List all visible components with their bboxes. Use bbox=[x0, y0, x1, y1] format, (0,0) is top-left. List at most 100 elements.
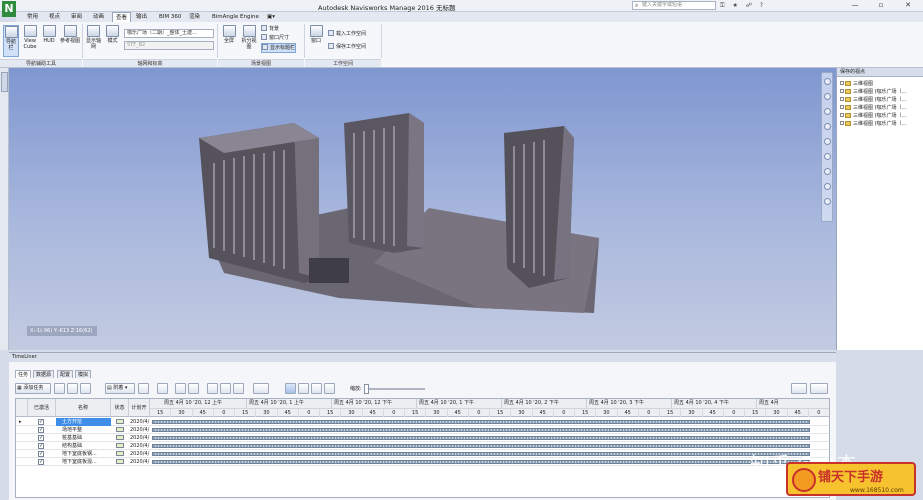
gantt-bar[interactable] bbox=[152, 444, 810, 448]
tab-output[interactable]: 输出 bbox=[133, 12, 150, 22]
columns-icon[interactable] bbox=[253, 383, 269, 394]
viewpoint-item[interactable]: 三维视图 (咖乐广场（... bbox=[840, 89, 906, 96]
active-checkbox[interactable]: ✓ bbox=[38, 459, 44, 465]
column-name[interactable]: 名称 bbox=[56, 399, 111, 417]
task-row[interactable]: ✓ 场地平整 2020/4/ bbox=[16, 426, 829, 434]
select-icon[interactable] bbox=[824, 183, 831, 190]
expand-icon[interactable] bbox=[840, 81, 844, 85]
ribbon-options-icon[interactable]: ▣▾ bbox=[264, 12, 278, 22]
maximize-button[interactable]: ▫ bbox=[868, 0, 894, 11]
viewpoint-item[interactable]: 三维视图 (咖乐广场（... bbox=[840, 105, 906, 112]
level-dropdown[interactable]: 5TF_B2 bbox=[124, 41, 214, 50]
column-status[interactable]: 状态 bbox=[111, 399, 129, 417]
planned-start[interactable]: 2020/4/ bbox=[130, 442, 150, 450]
delete-task-icon[interactable] bbox=[80, 383, 91, 394]
tab-viewpoint[interactable]: 视点 bbox=[46, 12, 63, 22]
save-workspace-button[interactable]: 保存工作空间 bbox=[328, 43, 366, 51]
tab-bim360[interactable]: BIM 360 bbox=[156, 12, 184, 22]
zoom-slider[interactable] bbox=[367, 388, 425, 390]
gantt-bar[interactable] bbox=[152, 460, 810, 464]
zoom-icon[interactable] bbox=[824, 108, 831, 115]
planned-start[interactable]: 2020/4/ bbox=[130, 458, 150, 466]
gantt-bar[interactable] bbox=[152, 452, 810, 456]
split-view-button[interactable]: 拆分视图 bbox=[240, 25, 258, 57]
tab-review[interactable]: 审阅 bbox=[68, 12, 85, 22]
planned-start[interactable]: 2020/4/ bbox=[130, 426, 150, 434]
task-name[interactable]: 土方开挖 bbox=[56, 418, 111, 426]
hud-button[interactable]: HUD bbox=[41, 25, 57, 57]
load-workspace-button[interactable]: 载入工作空间 bbox=[328, 30, 366, 38]
filter-dropdown-icon[interactable] bbox=[791, 383, 807, 394]
expand-icon[interactable] bbox=[840, 89, 844, 93]
task-row[interactable]: ✓ 地下室底板钢... 2020/4/ bbox=[16, 450, 829, 458]
hide-gantt-icon[interactable] bbox=[324, 383, 335, 394]
window-size-button[interactable]: 窗口尺寸 bbox=[261, 34, 289, 42]
indent-icon[interactable] bbox=[207, 383, 218, 394]
tab-render[interactable]: 渲染 bbox=[186, 12, 203, 22]
planned-view-icon[interactable] bbox=[298, 383, 309, 394]
help-icons[interactable]: ⚿ ★ ☍ ? bbox=[720, 2, 766, 10]
attach-button[interactable]: ▤ 附着 ▾ bbox=[105, 383, 135, 394]
pan-icon[interactable] bbox=[824, 93, 831, 100]
fullscreen-button[interactable]: 全屏 bbox=[220, 25, 238, 57]
search-input[interactable]: ⌕ 键入关键字或短语 bbox=[632, 1, 716, 10]
tab-bimangle[interactable]: BimAngle Engine bbox=[209, 12, 262, 22]
task-name[interactable]: 地下室底板混... bbox=[56, 458, 111, 466]
app-logo[interactable]: N bbox=[2, 1, 16, 17]
gantt-bar[interactable] bbox=[152, 436, 810, 440]
tab-simulate[interactable]: 模拟 bbox=[75, 370, 92, 378]
model-dropdown[interactable]: 咖乐广场（二期）_整体_土建... bbox=[124, 29, 214, 38]
expand-icon[interactable] bbox=[840, 113, 844, 117]
active-checkbox[interactable]: ✓ bbox=[38, 443, 44, 449]
task-row[interactable]: ✓ 结构基础 2020/4/ bbox=[16, 442, 829, 450]
tab-configure[interactable]: 配置 bbox=[57, 370, 74, 378]
active-checkbox[interactable]: ✓ bbox=[38, 435, 44, 441]
export-icon[interactable] bbox=[188, 383, 199, 394]
import-icon[interactable] bbox=[175, 383, 186, 394]
show-title-button[interactable]: 显示标题栏 bbox=[261, 43, 297, 53]
tab-home[interactable]: 常用 bbox=[24, 12, 41, 22]
viewpoint-item[interactable]: 三维视图 (咖乐广场（... bbox=[840, 121, 906, 128]
column-active[interactable]: 已激活 bbox=[28, 399, 56, 417]
expand-icon[interactable] bbox=[840, 105, 844, 109]
active-checkbox[interactable]: ✓ bbox=[38, 451, 44, 457]
viewcube-button[interactable]: View Cube bbox=[21, 25, 39, 57]
zoom-slider-thumb[interactable] bbox=[364, 384, 369, 394]
add-task-button[interactable]: ▦ 添加任务 bbox=[15, 383, 51, 394]
column-planned-start[interactable]: 计划开 bbox=[129, 399, 150, 417]
viewpoint-item[interactable]: 三维视图 bbox=[840, 81, 873, 88]
close-button[interactable]: ✕ bbox=[895, 0, 921, 11]
export-dropdown-icon[interactable] bbox=[810, 383, 828, 394]
planned-start[interactable]: 2020/4/ bbox=[130, 418, 150, 426]
gantt-bar[interactable] bbox=[152, 420, 810, 424]
task-name[interactable]: 地下室底板钢... bbox=[56, 450, 111, 458]
grid-mode-button[interactable]: 模式 bbox=[104, 25, 121, 57]
left-dock-strip[interactable] bbox=[0, 68, 9, 350]
tab-view[interactable]: 查看 bbox=[112, 12, 132, 22]
task-name[interactable]: 场地平整 bbox=[56, 426, 111, 434]
gantt-bar[interactable] bbox=[152, 428, 810, 432]
expand-icon[interactable] bbox=[840, 97, 844, 101]
minimize-button[interactable]: — bbox=[842, 0, 868, 11]
active-checkbox[interactable]: ✓ bbox=[38, 427, 44, 433]
steering-wheel-icon[interactable] bbox=[824, 78, 831, 85]
outdent-icon[interactable] bbox=[220, 383, 231, 394]
viewpoint-item[interactable]: 三维视图 (咖乐广场（... bbox=[840, 113, 906, 120]
rules-icon[interactable] bbox=[138, 383, 149, 394]
filter-icon[interactable] bbox=[157, 383, 168, 394]
planned-start[interactable]: 2020/4/ bbox=[130, 450, 150, 458]
task-row[interactable]: ✓ 桩基基础 2020/4/ bbox=[16, 434, 829, 442]
3d-viewport[interactable]: X:-1(-96) Y:-613 Z:16(62) bbox=[9, 68, 836, 350]
windows-button[interactable]: 窗口 bbox=[307, 25, 325, 57]
task-name[interactable]: 桩基基础 bbox=[56, 434, 111, 442]
link-icon[interactable] bbox=[233, 383, 244, 394]
task-name[interactable]: 结构基础 bbox=[56, 442, 111, 450]
expand-icon[interactable] bbox=[840, 121, 844, 125]
background-button[interactable]: 背景 bbox=[261, 25, 279, 33]
active-checkbox[interactable]: ✓ bbox=[38, 419, 44, 425]
orbit-icon[interactable] bbox=[824, 123, 831, 130]
tab-animation[interactable]: 动画 bbox=[90, 12, 107, 22]
reference-view-button[interactable]: 参考视图 bbox=[60, 25, 80, 57]
task-row[interactable]: ▸ ✓ 土方开挖 2020/4/ bbox=[16, 418, 829, 426]
auto-add-icon[interactable] bbox=[67, 383, 78, 394]
